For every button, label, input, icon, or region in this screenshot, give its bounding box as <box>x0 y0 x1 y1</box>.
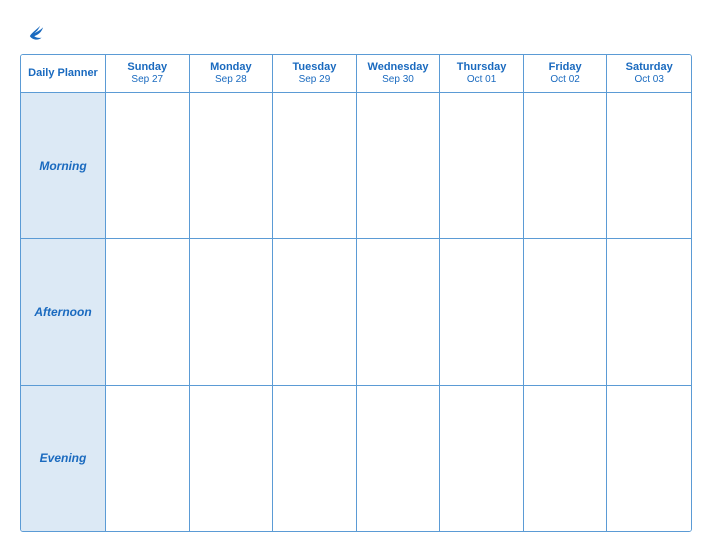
planner-table: Daily PlannerSundaySep 27MondaySep 28Tue… <box>20 54 692 532</box>
planner-data-cell[interactable] <box>190 386 274 531</box>
header-day-label: Wednesday <box>368 61 429 74</box>
row-label-morning: Morning <box>21 93 106 238</box>
header-cell-tuesday: TuesdaySep 29 <box>273 55 357 93</box>
header-day-label: Saturday <box>626 61 673 74</box>
planner-data-cell[interactable] <box>273 93 357 238</box>
row-label-text: Evening <box>40 451 87 465</box>
planner-data-cell[interactable] <box>106 239 190 384</box>
header-day-label: Friday <box>549 61 582 74</box>
table-row: Evening <box>21 386 691 531</box>
planner-data-cell[interactable] <box>607 386 691 531</box>
header-cell-thursday: ThursdayOct 01 <box>440 55 524 93</box>
table-body: Morning Afternoon Evening <box>21 93 691 531</box>
planner-data-cell[interactable] <box>106 93 190 238</box>
planner-data-cell[interactable] <box>524 93 608 238</box>
planner-data-cell[interactable] <box>106 386 190 531</box>
planner-data-cell[interactable] <box>607 239 691 384</box>
header-cell-monday: MondaySep 28 <box>190 55 274 93</box>
planner-data-cell[interactable] <box>440 93 524 238</box>
header-date-label: Sep 30 <box>382 74 414 86</box>
row-label-text: Afternoon <box>34 305 91 319</box>
table-header-row: Daily PlannerSundaySep 27MondaySep 28Tue… <box>21 55 691 93</box>
planner-data-cell[interactable] <box>190 93 274 238</box>
header-label-cell: Daily Planner <box>21 55 106 93</box>
planner-data-cell[interactable] <box>440 386 524 531</box>
header-day-label: Monday <box>210 61 252 74</box>
logo <box>20 18 46 42</box>
header-cell-sunday: SundaySep 27 <box>106 55 190 93</box>
table-row: Afternoon <box>21 239 691 385</box>
planner-data-cell[interactable] <box>524 386 608 531</box>
planner-data-cell[interactable] <box>190 239 274 384</box>
header-date-label: Sep 27 <box>131 74 163 86</box>
planner-data-cell[interactable] <box>607 93 691 238</box>
planner-data-cell[interactable] <box>357 239 441 384</box>
planner-data-cell[interactable] <box>273 239 357 384</box>
page-header <box>20 18 692 42</box>
planner-data-cell[interactable] <box>524 239 608 384</box>
planner-data-cell[interactable] <box>440 239 524 384</box>
header-date-label: Oct 02 <box>550 74 579 86</box>
header-date-label: Sep 29 <box>299 74 331 86</box>
planner-data-cell[interactable] <box>273 386 357 531</box>
header-day-label: Daily Planner <box>28 67 98 80</box>
header-date-label: Oct 01 <box>467 74 496 86</box>
header-day-label: Sunday <box>127 61 167 74</box>
row-label-afternoon: Afternoon <box>21 239 106 384</box>
logo-bird-icon <box>24 20 46 42</box>
row-label-evening: Evening <box>21 386 106 531</box>
header-date-label: Sep 28 <box>215 74 247 86</box>
header-day-label: Tuesday <box>293 61 337 74</box>
header-day-label: Thursday <box>457 61 507 74</box>
row-label-text: Morning <box>39 159 86 173</box>
planner-data-cell[interactable] <box>357 386 441 531</box>
header-date-label: Oct 03 <box>634 74 663 86</box>
planner-data-cell[interactable] <box>357 93 441 238</box>
table-row: Morning <box>21 93 691 239</box>
header-cell-saturday: SaturdayOct 03 <box>607 55 691 93</box>
header-cell-friday: FridayOct 02 <box>524 55 608 93</box>
header-cell-wednesday: WednesdaySep 30 <box>357 55 441 93</box>
